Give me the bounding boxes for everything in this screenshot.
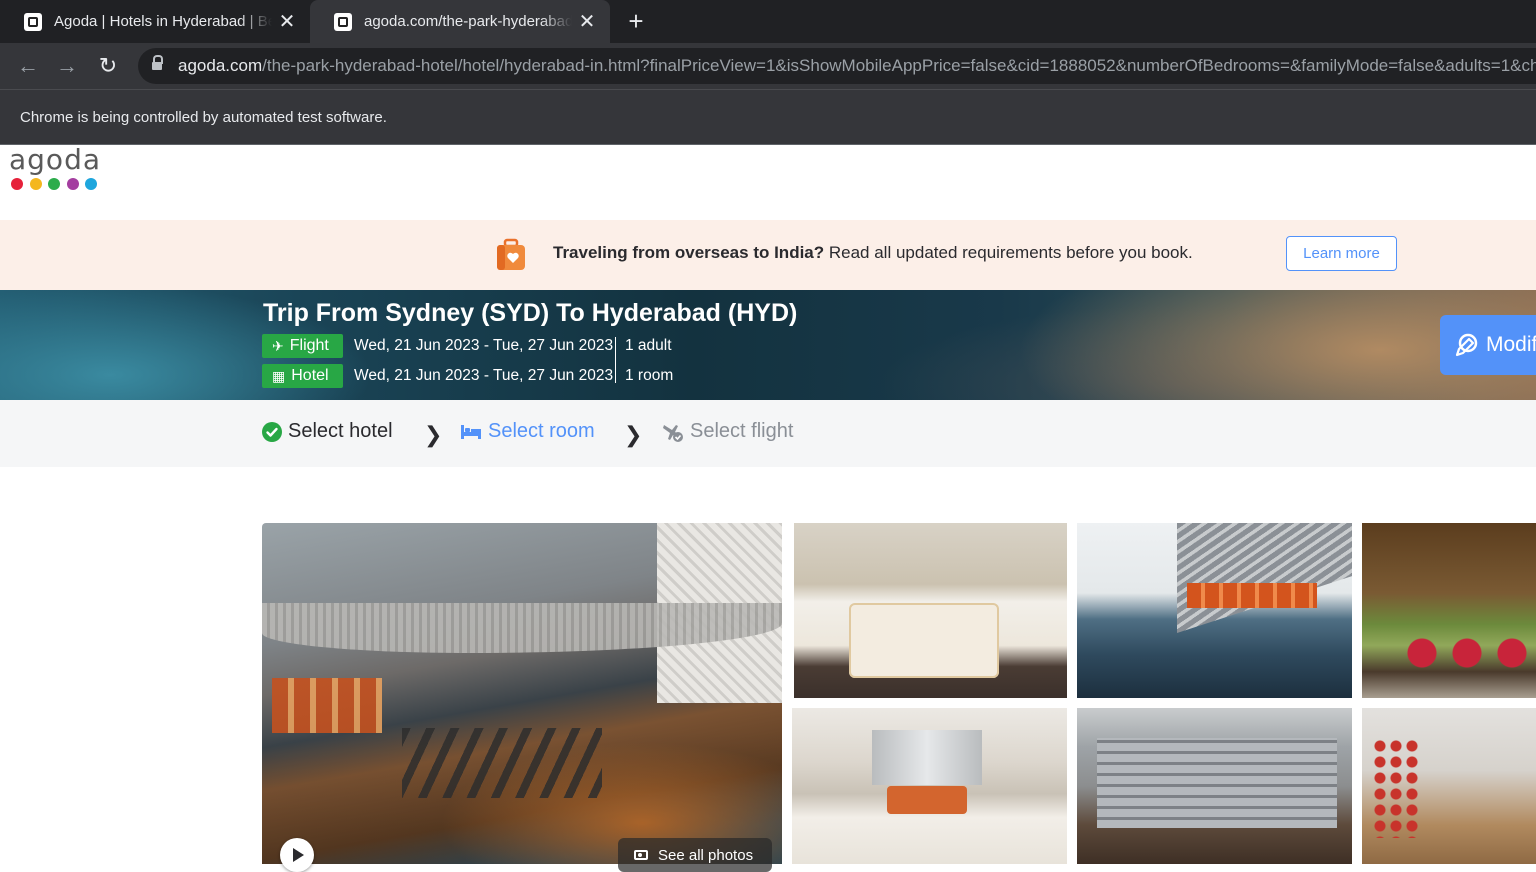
hotel-photo-pool[interactable] <box>1077 523 1352 698</box>
reload-icon[interactable]: ↻ <box>94 52 122 80</box>
flight-check-icon <box>662 421 684 443</box>
airplane-icon: ✈ <box>272 337 284 354</box>
travel-notice-banner: Traveling from overseas to India? Read a… <box>0 220 1536 290</box>
browser-tab-2[interactable]: agoda.com/the-park-hyderabad-hotel/hotel… <box>310 0 610 43</box>
see-all-photos-button[interactable]: See all photos <box>618 838 772 872</box>
check-circle-icon <box>262 421 282 442</box>
forward-arrow-icon[interactable]: → <box>53 52 81 80</box>
agoda-favicon-icon <box>24 12 42 31</box>
logo-wordmark: agoda <box>9 143 101 176</box>
hotel-photo-restaurant[interactable] <box>1362 523 1536 698</box>
step-label: Select room <box>488 420 595 442</box>
address-bar[interactable]: agoda.com/the-park-hyderabad-hotel/hotel… <box>138 48 1536 84</box>
bed-icon <box>460 424 482 440</box>
chevron-right-icon: ❯ <box>424 422 443 447</box>
notice-bold: Traveling from overseas to India? <box>553 243 825 262</box>
camera-icon <box>634 850 648 860</box>
hotel-badge-label: Hotel <box>291 367 329 384</box>
browser-tab-1[interactable]: Agoda | Hotels in Hyderabad | Best Price… <box>0 0 310 43</box>
step-select-hotel[interactable]: Select hotel <box>262 420 393 443</box>
edit-search-icon <box>1455 333 1478 357</box>
logo-dot <box>11 178 23 190</box>
play-video-icon[interactable] <box>280 838 314 872</box>
back-arrow-icon[interactable]: ← <box>14 52 42 80</box>
hotel-building-icon: ▦ <box>272 367 286 384</box>
pool-loungers <box>402 728 602 798</box>
flight-badge: ✈ Flight <box>262 334 343 358</box>
modify-search-button[interactable]: Modify <box>1440 315 1536 375</box>
trip-summary-hero: Trip From Sydney (SYD) To Hyderabad (HYD… <box>0 290 1536 400</box>
close-tab-icon[interactable]: ✕ <box>578 12 596 32</box>
agoda-favicon-icon <box>334 12 352 31</box>
flight-dates: Wed, 21 Jun 2023 - Tue, 27 Jun 2023 <box>354 337 614 354</box>
lock-icon[interactable] <box>152 55 163 72</box>
step-label: Select hotel <box>288 420 393 442</box>
agoda-logo[interactable]: agoda <box>9 146 109 196</box>
hotel-main-photo[interactable] <box>262 523 782 864</box>
booking-steps: Select hotel ❯ Select room ❯ Select flig… <box>0 400 1536 467</box>
logo-dot <box>85 178 97 190</box>
logo-dot <box>66 178 79 190</box>
step-label: Select flight <box>690 420 794 442</box>
hotel-photo-lobby[interactable] <box>1077 708 1352 864</box>
modify-label: Modify <box>1486 333 1536 356</box>
new-tab-icon[interactable]: + <box>622 8 650 36</box>
hotel-badge: ▦ Hotel <box>262 364 343 388</box>
guest-count: 1 adult <box>625 337 672 354</box>
trip-title: Trip From Sydney (SYD) To Hyderabad (HYD… <box>263 299 798 327</box>
suitcase-heart-icon <box>497 238 525 270</box>
flight-badge-label: Flight <box>289 337 329 354</box>
hotel-dates: Wed, 21 Jun 2023 - Tue, 27 Jun 2023 <box>354 367 614 384</box>
room-count: 1 room <box>625 367 674 384</box>
see-all-label: See all photos <box>658 846 754 864</box>
logo-dots <box>11 178 109 190</box>
url-path: /the-park-hyderabad-hotel/hotel/hyderaba… <box>262 56 1536 75</box>
hotel-photo-suite[interactable] <box>792 708 1067 864</box>
url-text[interactable]: agoda.com/the-park-hyderabad-hotel/hotel… <box>178 56 1536 76</box>
divider <box>615 337 616 383</box>
url-host: agoda.com <box>178 56 263 75</box>
close-tab-icon[interactable]: ✕ <box>278 12 296 32</box>
tab-title: agoda.com/the-park-hyderabad-hotel/hotel… <box>364 13 572 30</box>
notice-body: Read all updated requirements before you… <box>824 243 1193 262</box>
browser-toolbar: ← → ↻ agoda.com/the-park-hyderabad-hotel… <box>0 43 1536 89</box>
logo-dot <box>29 178 42 190</box>
hotel-photo-bedroom[interactable] <box>794 523 1067 698</box>
step-select-flight[interactable]: Select flight <box>662 420 793 443</box>
learn-more-button[interactable]: Learn more <box>1286 236 1397 271</box>
pool-cabana <box>272 678 382 733</box>
notice-text: Traveling from overseas to India? Read a… <box>553 243 1193 263</box>
chevron-right-icon: ❯ <box>624 422 643 447</box>
tab-title: Agoda | Hotels in Hyderabad | Best Price… <box>54 13 272 30</box>
automation-infobar: Chrome is being controlled by automated … <box>0 89 1536 145</box>
step-select-room[interactable]: Select room <box>460 420 595 443</box>
browser-tabstrip: Agoda | Hotels in Hyderabad | Best Price… <box>0 0 1536 43</box>
hotel-photo-lounge[interactable] <box>1362 708 1536 864</box>
logo-dot <box>48 178 60 190</box>
